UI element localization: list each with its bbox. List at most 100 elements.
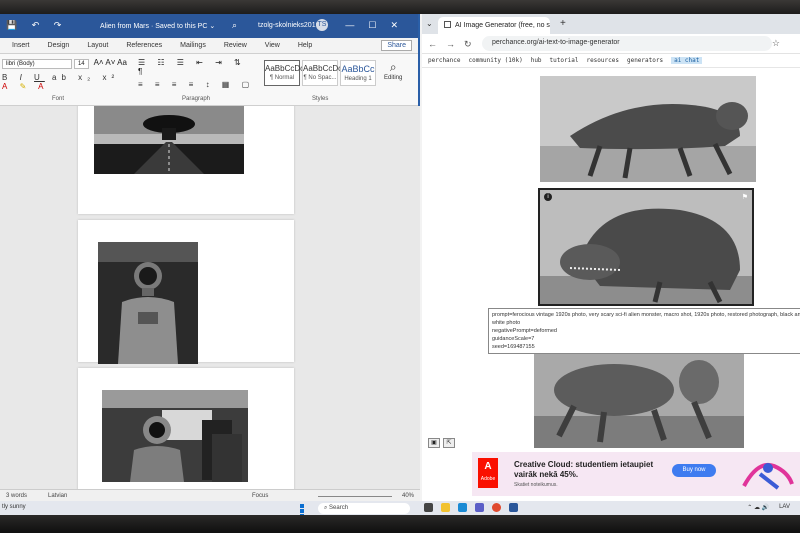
editing-button[interactable]: ⌕ Editing — [384, 60, 402, 81]
weather-widget[interactable]: tly sunny — [2, 504, 26, 510]
taskbar-search[interactable]: ⌕ Search — [318, 503, 410, 514]
zoom-slider[interactable] — [318, 496, 392, 497]
tooltip-negative-prompt: negativePrompt=deformed — [492, 328, 557, 334]
word-icon[interactable] — [509, 503, 518, 512]
document-page — [78, 220, 294, 364]
window-controls[interactable]: —☐✕ — [345, 20, 412, 31]
generator-results: i ⚑ prompt=ferocious vintage 1920s photo… — [422, 68, 800, 448]
ad-illustration — [738, 454, 796, 494]
adobe-ad-banner[interactable]: A Adobe Creative Cloud: studentiem ietaup… — [472, 452, 800, 496]
ad-headline: Creative Cloud: studentiem ietaupiet vai… — [514, 460, 664, 490]
task-view-icon[interactable] — [424, 503, 433, 512]
word-window: 💾 ↶ ↷ Alien from Mars · Saved to this PC… — [0, 14, 420, 501]
chevron-down-icon[interactable]: ⌄ — [426, 19, 433, 28]
tab-design[interactable]: Design — [48, 42, 70, 49]
corner-buttons: ▣ ⇱ — [428, 438, 455, 448]
bus-alien-photo[interactable] — [102, 390, 248, 482]
word-count[interactable]: 3 words — [6, 493, 27, 499]
document-title[interactable]: Alien from Mars · Saved to this PC ⌄ — [100, 22, 215, 30]
browser-window: ⌄ AI Image Generator (free, no s + ←→↻ p… — [422, 14, 800, 501]
favicon-icon — [444, 21, 451, 28]
tab-insert[interactable]: Insert — [12, 42, 30, 49]
edge-icon[interactable] — [458, 503, 467, 512]
paragraph-group-label: Paragraph — [182, 96, 211, 102]
system-tray: ⌃ ☁ 🔊 LAV — [747, 504, 790, 511]
bookmarks-bar: perchance community (10k) hub tutorial r… — [422, 54, 800, 68]
list-icons[interactable]: ☰ ☷ ☰ ⇤ ⇥ ⇅ ¶ — [138, 58, 258, 76]
tooltip-seed: seed=169487155 — [492, 344, 535, 350]
tab-help[interactable]: Help — [298, 42, 312, 49]
monitor-bezel-top — [0, 0, 800, 14]
info-icon[interactable]: i — [544, 193, 552, 201]
star-icon[interactable]: ☆ — [772, 38, 780, 49]
tab-title: AI Image Generator (free, no s — [455, 22, 550, 29]
paragraph-group: ☰ ☷ ☰ ⇤ ⇥ ⇅ ¶ ≡ ≡ ≡ ≡ ↕ ▦ ▢ — [138, 58, 258, 89]
generated-image[interactable] — [540, 76, 756, 182]
screen: 💾 ↶ ↷ Alien from Mars · Saved to this PC… — [0, 14, 800, 515]
search-icon[interactable]: ⌕ — [232, 20, 237, 31]
bookmark-community[interactable]: community (10k) — [469, 57, 523, 64]
tab-mailings[interactable]: Mailings — [180, 42, 206, 49]
tab-review[interactable]: Review — [224, 42, 247, 49]
quick-access-icons[interactable]: 💾 ↶ ↷ — [6, 20, 67, 31]
tab-view[interactable]: View — [265, 42, 280, 49]
font-name-select[interactable]: libri (Body) — [2, 59, 72, 69]
font-group-label: Font — [52, 96, 65, 102]
styles-group-label: Styles — [312, 96, 329, 102]
teams-icon[interactable] — [475, 503, 484, 512]
focus-button[interactable]: Focus — [252, 493, 268, 499]
document-canvas[interactable] — [0, 106, 420, 489]
share-button[interactable]: Share — [381, 40, 412, 51]
font-format-icons[interactable]: B I U ab x₂ x² A ✎ A — [2, 73, 130, 91]
document-page — [78, 106, 294, 214]
bookmark-perchance[interactable]: perchance — [428, 57, 461, 64]
language-indicator[interactable]: Latvian — [48, 493, 67, 499]
document-page — [78, 368, 294, 489]
tab-strip: ⌄ AI Image Generator (free, no s + — [422, 14, 800, 34]
chrome-icon[interactable] — [492, 503, 501, 512]
align-icons[interactable]: ≡ ≡ ≡ ≡ ↕ ▦ ▢ — [138, 80, 258, 89]
tooltip-guidance: guidanceScale=7 — [492, 336, 535, 342]
style-normal[interactable]: AaBbCcDc ¶ Normal — [264, 60, 304, 86]
astronaut-photo[interactable] — [98, 242, 198, 364]
styles-gallery: AaBbCcDc ¶ Normal AaBbCcDc ¶ No Spac... … — [264, 60, 376, 86]
bookmark-tutorial[interactable]: tutorial — [550, 57, 579, 64]
windows-taskbar: tly sunny ⌕ Search ⌃ ☁ 🔊 LAV — [0, 501, 800, 515]
new-tab-button[interactable]: + — [560, 18, 566, 29]
font-grow-icons[interactable]: A˄ A˅ Aa — [94, 58, 127, 67]
start-button[interactable] — [300, 504, 309, 515]
generated-image[interactable] — [534, 346, 744, 448]
language-indicator[interactable]: LAV — [779, 504, 790, 511]
avatar[interactable]: TS — [316, 19, 328, 31]
address-bar-row: ←→↻ perchance.org/ai-text-to-image-gener… — [422, 34, 800, 54]
nav-icons[interactable]: ←→↻ — [428, 39, 481, 50]
bookmark-resources[interactable]: resources — [586, 57, 619, 64]
zoom-level[interactable]: 40% — [402, 493, 414, 499]
file-explorer-icon[interactable] — [441, 503, 450, 512]
image-metadata-tooltip: prompt=ferocious vintage 1920s photo, ve… — [488, 308, 800, 354]
style-no-spacing[interactable]: AaBbCcDc ¶ No Spac... — [302, 60, 342, 86]
tray-icons[interactable]: ⌃ ☁ 🔊 — [747, 504, 769, 511]
tooltip-prompt: prompt=ferocious vintage 1920s photo, ve… — [492, 312, 800, 326]
tab-references[interactable]: References — [126, 42, 162, 49]
word-status-bar: 3 words Latvian Focus 40% — [0, 489, 420, 501]
font-size-select[interactable]: 14 — [73, 59, 89, 69]
tab-layout[interactable]: Layout — [87, 42, 108, 49]
browser-tab[interactable]: AI Image Generator (free, no s — [438, 17, 550, 34]
generated-image-selected[interactable]: i ⚑ — [538, 188, 754, 306]
gallery-icon[interactable]: ▣ — [428, 438, 440, 448]
ribbon-tabs: Insert Design Layout References Mailings… — [0, 38, 418, 54]
flag-icon[interactable]: ⚑ — [742, 193, 748, 201]
url-field[interactable]: perchance.org/ai-text-to-image-generator — [482, 36, 772, 51]
expand-icon[interactable]: ⇱ — [443, 438, 455, 448]
word-title-bar: 💾 ↶ ↷ Alien from Mars · Saved to this PC… — [0, 14, 418, 38]
bookmark-ai-chat[interactable]: ai chat — [671, 57, 703, 64]
buy-now-button[interactable]: Buy now — [672, 464, 716, 477]
bookmark-hub[interactable]: hub — [531, 57, 542, 64]
style-heading-1[interactable]: AaBbCc Heading 1 — [340, 60, 376, 86]
adobe-logo: A Adobe — [478, 458, 498, 488]
ad-subline: Skatiet noteikumus. — [514, 482, 558, 488]
bookmark-generators[interactable]: generators — [627, 57, 663, 64]
monitor-bezel-bottom — [0, 515, 800, 533]
ufo-road-photo[interactable] — [94, 106, 244, 174]
